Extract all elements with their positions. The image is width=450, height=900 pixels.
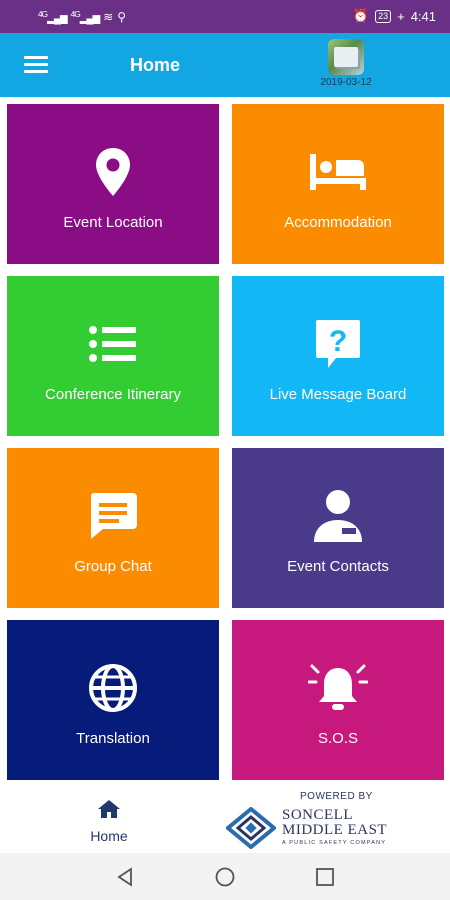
chat-bubble-icon (7, 488, 219, 544)
contact-person-icon (232, 488, 444, 544)
event-logo-image (328, 39, 364, 75)
hamburger-menu-icon[interactable] (24, 56, 48, 74)
tile-conference-itinerary[interactable]: Conference Itinerary (7, 276, 219, 436)
powered-by-label: POWERED BY (300, 791, 373, 802)
tile-event-location[interactable]: Event Location (7, 104, 219, 264)
bottom-nav: Home POWERED BY SONCELL MIDDLE EAST A PU… (0, 783, 450, 853)
tile-sos[interactable]: S.O.S (232, 620, 444, 780)
event-date: 2019-03-12 (320, 77, 372, 88)
back-icon[interactable] (115, 867, 135, 887)
brand-name-line2: MIDDLE EAST (282, 822, 388, 838)
alarm-bell-icon (232, 660, 444, 716)
tile-label: Accommodation (284, 214, 392, 231)
wifi-icon: ≋ (103, 9, 114, 24)
alarm-icon: ⏰ (352, 8, 370, 23)
tile-label: Live Message Board (269, 386, 407, 403)
tile-translation[interactable]: Translation (7, 620, 219, 780)
tile-event-contacts[interactable]: Event Contacts (232, 448, 444, 608)
soncell-logo-icon (226, 807, 276, 849)
usb-icon: ⚲ (117, 9, 127, 24)
battery-icon: 23 (375, 9, 392, 23)
page-title: Home (130, 55, 181, 75)
tile-label: S.O.S (317, 730, 358, 747)
globe-icon (7, 660, 219, 716)
home-circle-icon[interactable] (215, 867, 235, 887)
bed-icon (232, 144, 444, 200)
status-indicators: 4G▂▄▆ 4G▂▄▆ ≋ ⚲ (38, 9, 126, 24)
tile-live-message-board[interactable]: ? Live Message Board (232, 276, 444, 436)
charging-icon: + (397, 8, 405, 24)
tile-accommodation[interactable]: Accommodation (232, 104, 444, 264)
tile-label: Conference Itinerary (45, 386, 181, 403)
list-icon (7, 316, 219, 372)
signal-icon: 4G▂▄▆ (38, 9, 68, 25)
tile-label: Event Contacts (287, 558, 389, 575)
question-message-icon: ? (232, 316, 444, 372)
tile-label: Group Chat (74, 558, 152, 575)
svg-text:?: ? (329, 325, 347, 358)
brand-tagline: A PUBLIC SAFETY COMPANY (282, 840, 387, 846)
nav-home-label: Home (90, 828, 128, 844)
app-bar: Home 2019-03-12 (0, 33, 450, 97)
location-pin-icon (7, 144, 219, 200)
event-logo[interactable]: 2019-03-12 (318, 39, 374, 88)
signal-icon-2: 4G▂▄▆ (70, 9, 101, 25)
status-time: 4:41 (410, 8, 436, 24)
recent-apps-icon[interactable] (315, 867, 335, 887)
tile-label: Translation (76, 730, 150, 747)
home-icon (98, 800, 120, 818)
tile-group-chat[interactable]: Group Chat (7, 448, 219, 608)
status-bar: 4G▂▄▆ 4G▂▄▆ ≋ ⚲ ⏰ 23 + 4:41 (0, 0, 450, 33)
nav-home-button[interactable]: Home (78, 799, 140, 844)
status-right: ⏰ 23 + 4:41 (353, 8, 436, 24)
system-nav-bar (0, 853, 450, 900)
tile-label: Event Location (63, 214, 163, 231)
